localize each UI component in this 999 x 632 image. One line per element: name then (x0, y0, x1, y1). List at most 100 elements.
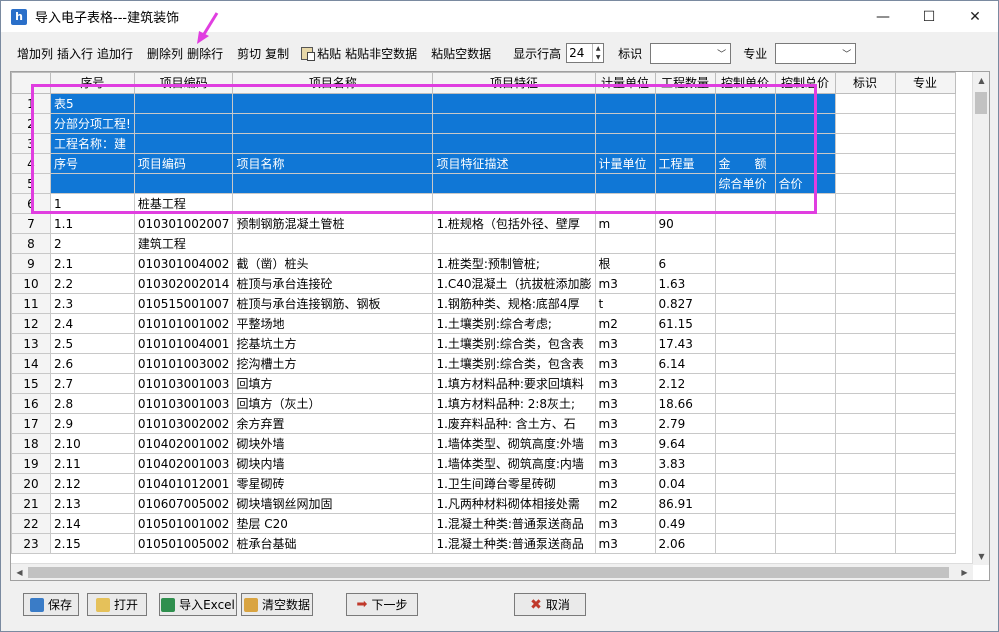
grid-cell[interactable]: 工程名称：建 (50, 133, 135, 154)
grid-cell[interactable]: 0.827 (654, 293, 716, 314)
grid-cell[interactable] (714, 133, 776, 154)
grid-cell[interactable] (834, 373, 896, 394)
grid-cell[interactable] (774, 393, 836, 414)
grid-cell[interactable] (654, 93, 716, 114)
save-button[interactable]: 保存 (23, 593, 79, 616)
grid-cell[interactable] (834, 253, 896, 274)
grid-cell[interactable] (594, 193, 656, 214)
row-number[interactable]: 10 (11, 273, 51, 294)
grid-cell[interactable] (714, 393, 776, 414)
grid-cell[interactable] (594, 113, 656, 134)
grid-cell[interactable]: 2.7 (50, 373, 135, 394)
grid-cell[interactable]: 010402001003 (133, 453, 234, 474)
grid-cell[interactable] (894, 333, 956, 354)
grid-cell[interactable]: 2.14 (50, 513, 135, 534)
grid-cell[interactable] (774, 293, 836, 314)
row-number[interactable]: 14 (11, 353, 51, 374)
grid-cell[interactable] (232, 113, 434, 134)
row-number[interactable]: 6 (11, 193, 51, 214)
grid-cell[interactable] (834, 273, 896, 294)
grid-cell[interactable]: m2 (594, 493, 656, 514)
corner-header[interactable] (11, 72, 51, 94)
scroll-right-icon[interactable]: ▶ (956, 564, 973, 580)
grid-cell[interactable] (654, 113, 716, 134)
column-header[interactable]: 序号 (50, 72, 135, 94)
grid-cell[interactable]: 010301004002 (133, 253, 234, 274)
grid-cell[interactable]: m3 (594, 393, 656, 414)
grid-cell[interactable] (714, 353, 776, 374)
grid-cell[interactable]: 010515001007 (133, 293, 234, 314)
row-number[interactable]: 21 (11, 493, 51, 514)
grid-cell[interactable]: 计量单位 (594, 153, 656, 174)
grid-cell[interactable] (232, 133, 434, 154)
grid-cell[interactable]: 分部分项工程! (50, 113, 135, 134)
minimize-button[interactable]: — (860, 1, 906, 32)
grid-cell[interactable] (714, 413, 776, 434)
row-number[interactable]: 22 (11, 513, 51, 534)
grid-cell[interactable]: 1.桩规格（包括外径、壁厚 (432, 213, 596, 234)
grid-cell[interactable]: 1 (50, 193, 135, 214)
scroll-left-icon[interactable]: ◀ (11, 564, 28, 580)
grid-cell[interactable] (834, 473, 896, 494)
grid-cell[interactable] (774, 473, 836, 494)
grid-cell[interactable]: 桩基工程 (133, 193, 234, 214)
paste-button[interactable]: 粘贴 (315, 45, 343, 62)
grid-cell[interactable] (432, 193, 596, 214)
grid-cell[interactable] (232, 93, 434, 114)
grid-cell[interactable]: 砌块外墙 (232, 433, 434, 454)
grid-cell[interactable] (714, 453, 776, 474)
grid-cell[interactable] (894, 533, 956, 554)
grid-cell[interactable]: m3 (594, 333, 656, 354)
add-column-button[interactable]: 增加列 (15, 45, 55, 62)
scroll-down-icon[interactable]: ▼ (973, 548, 989, 565)
grid-cell[interactable]: 挖基坑土方 (232, 333, 434, 354)
grid-cell[interactable] (774, 513, 836, 534)
grid-cell[interactable] (594, 93, 656, 114)
grid-cell[interactable]: 1.填方材料品种: 2:8灰土; (432, 393, 596, 414)
grid-cell[interactable]: 010501005002 (133, 533, 234, 554)
grid-cell[interactable] (774, 93, 836, 114)
row-number[interactable]: 11 (11, 293, 51, 314)
grid-cell[interactable]: 010101003002 (133, 353, 234, 374)
grid-cell[interactable]: 桩承台基础 (232, 533, 434, 554)
grid-cell[interactable] (834, 293, 896, 314)
grid-cell[interactable]: 预制钢筋混凝土管桩 (232, 213, 434, 234)
grid-cell[interactable] (894, 393, 956, 414)
grid-cell[interactable] (774, 373, 836, 394)
grid-cell[interactable]: 2.9 (50, 413, 135, 434)
grid-cell[interactable]: 6.14 (654, 353, 716, 374)
grid-cell[interactable] (432, 173, 596, 194)
grid-cell[interactable]: 2 (50, 233, 135, 254)
grid-cell[interactable] (714, 93, 776, 114)
grid-cell[interactable] (133, 113, 234, 134)
cut-button[interactable]: 剪切 (235, 45, 263, 62)
clear-data-button[interactable]: 清空数据 (241, 593, 313, 616)
horizontal-scrollbar[interactable]: ◀ ▶ (11, 563, 973, 580)
grid-cell[interactable] (594, 173, 656, 194)
grid-cell[interactable] (432, 113, 596, 134)
grid-cell[interactable]: 2.8 (50, 393, 135, 414)
grid-cell[interactable]: 1.土壤类别:综合类，包含表 (432, 353, 596, 374)
row-number[interactable]: 9 (11, 253, 51, 274)
grid-cell[interactable]: 回填方 (232, 373, 434, 394)
insert-row-button[interactable]: 插入行 (55, 45, 95, 62)
grid-cell[interactable]: 截（凿）桩头 (232, 253, 434, 274)
grid-cell[interactable] (894, 113, 956, 134)
grid-cell[interactable] (714, 433, 776, 454)
grid-cell[interactable] (133, 173, 234, 194)
grid-cell[interactable]: 1.C40混凝土（抗拔桩添加膨 (432, 273, 596, 294)
open-button[interactable]: 打开 (87, 593, 147, 616)
grid-cell[interactable]: m3 (594, 413, 656, 434)
grid-cell[interactable] (894, 373, 956, 394)
grid-cell[interactable]: m3 (594, 453, 656, 474)
grid-cell[interactable]: 2.3 (50, 293, 135, 314)
row-number[interactable]: 15 (11, 373, 51, 394)
column-header[interactable]: 项目名称 (232, 72, 434, 94)
grid-cell[interactable]: 0.04 (654, 473, 716, 494)
grid-cell[interactable] (834, 313, 896, 334)
spin-down-icon[interactable]: ▼ (593, 53, 603, 62)
mark-select[interactable]: ﹀ (650, 42, 732, 64)
grid-cell[interactable] (834, 433, 896, 454)
grid-cell[interactable] (834, 413, 896, 434)
grid-cell[interactable]: 010103002002 (133, 413, 234, 434)
